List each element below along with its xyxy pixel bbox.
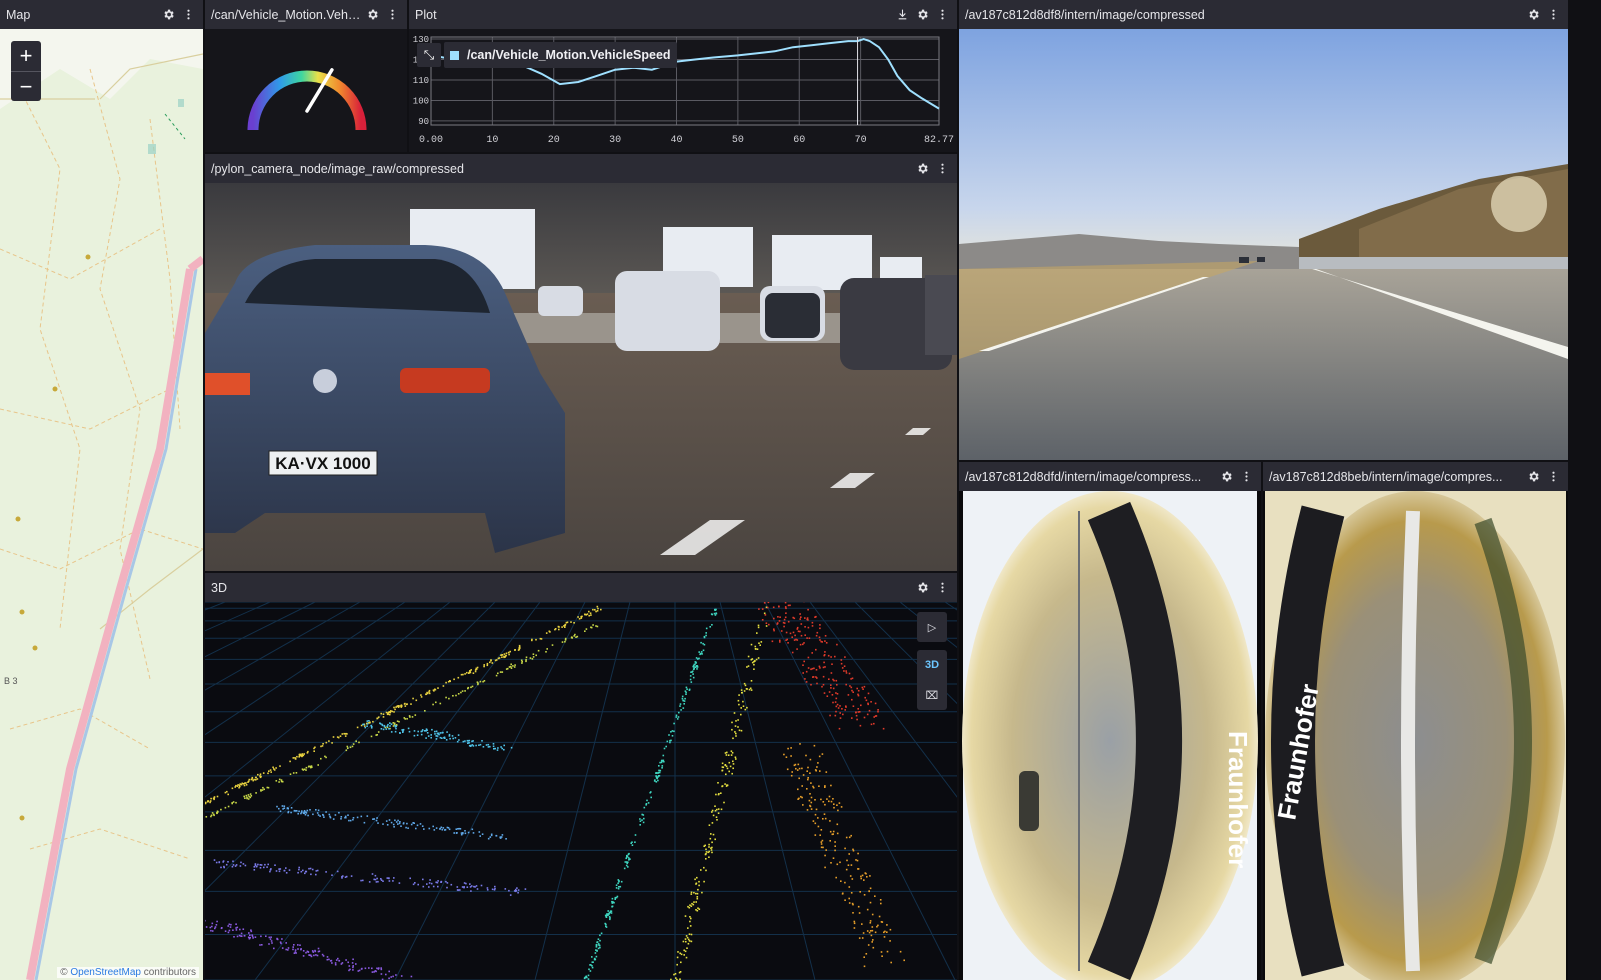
- x-tick-label: 50: [732, 135, 744, 146]
- map-panel: Map B 3 + − © OpenStreetMap contributors: [0, 0, 203, 980]
- zoom-out-button[interactable]: −: [11, 71, 41, 101]
- camera-dfd-title: /av187c812d8dfd/intern/image/compress...: [965, 469, 1202, 484]
- road-label-b3: B 3: [4, 676, 18, 686]
- camera-beb-title: /av187c812d8beb/intern/image/compres...: [1269, 469, 1503, 484]
- gear-icon[interactable]: [1524, 468, 1542, 486]
- plot-panel-title: Plot: [415, 7, 437, 22]
- ground-grid: [205, 602, 957, 980]
- camera-beb-header: /av187c812d8beb/intern/image/compres...: [1263, 462, 1568, 491]
- kebab-icon[interactable]: [1544, 468, 1562, 486]
- 3d-panel: 3D ▷ 3D ⌧: [205, 573, 957, 980]
- camera-raw-title: /pylon_camera_node/image_raw/compressed: [211, 161, 464, 176]
- map-panel-title: Map: [6, 7, 31, 22]
- kebab-icon[interactable]: [1237, 468, 1255, 486]
- camera-dfd-header: /av187c812d8dfd/intern/image/compress...: [959, 462, 1261, 491]
- legend-color-chip: [450, 50, 459, 60]
- map-panel-header: Map: [0, 0, 203, 29]
- 3d-toolbar: ▷ 3D ⌧: [917, 612, 947, 710]
- legend-series-label: /can/Vehicle_Motion.VehicleSpeed: [467, 48, 671, 62]
- camera-raw-image: KA·VX 1000: [205, 183, 957, 571]
- openstreetmap-link[interactable]: OpenStreetMap: [70, 967, 141, 978]
- plot-legend[interactable]: /can/Vehicle_Motion.VehicleSpeed: [444, 42, 677, 68]
- gauge-arc: [247, 70, 367, 131]
- kebab-icon[interactable]: [179, 6, 197, 24]
- x-tick-label: 40: [670, 135, 682, 146]
- gear-icon[interactable]: [1217, 468, 1235, 486]
- x-tick-label: 82.77: [924, 135, 954, 146]
- 3d-mode-group: 3D ⌧: [917, 650, 947, 710]
- camera-dfd-panel: /av187c812d8dfd/intern/image/compress...…: [959, 462, 1261, 980]
- download-icon[interactable]: [893, 6, 911, 24]
- gear-icon[interactable]: [913, 579, 931, 597]
- camera-df8-title: /av187c812d8df8/intern/image/compressed: [965, 7, 1205, 22]
- gear-icon[interactable]: [1524, 6, 1542, 24]
- y-tick-label: 110: [413, 76, 429, 86]
- ruler-icon[interactable]: ⌧: [917, 680, 947, 710]
- camera-df8-header: /av187c812d8df8/intern/image/compressed: [959, 0, 1568, 29]
- attribution-prefix: ©: [60, 967, 71, 978]
- x-tick-label: 0.00: [419, 135, 443, 146]
- gauge-panel-header: /can/Vehicle_Motion.Vehi...: [205, 0, 407, 29]
- y-tick-label: 100: [413, 96, 429, 106]
- attribution-suffix: contributors: [140, 967, 196, 978]
- camera-df8-panel: /av187c812d8df8/intern/image/compressed: [959, 0, 1568, 460]
- kebab-icon[interactable]: [383, 6, 401, 24]
- plot-panel-header: Plot: [409, 0, 957, 29]
- map-attribution: © OpenStreetMap contributors: [57, 967, 199, 978]
- camera-dfd-image: Fraunhofer: [959, 491, 1261, 980]
- map-zoom-control: + −: [11, 41, 41, 101]
- x-tick-label: 60: [793, 135, 805, 146]
- camera-raw-panel: /pylon_camera_node/image_raw/compressed: [205, 154, 957, 571]
- gear-icon[interactable]: [913, 160, 931, 178]
- x-tick-label: 70: [855, 135, 867, 146]
- license-plate-text: KA·VX 1000: [275, 454, 370, 473]
- gauge-view: [205, 29, 407, 152]
- x-tick-label: 30: [609, 135, 621, 146]
- kebab-icon[interactable]: [933, 160, 951, 178]
- 3d-panel-title: 3D: [211, 580, 227, 595]
- camera-beb-panel: /av187c812d8beb/intern/image/compres... …: [1263, 462, 1568, 980]
- zoom-in-button[interactable]: +: [11, 41, 41, 71]
- y-tick-label: 90: [418, 117, 429, 127]
- kebab-icon[interactable]: [933, 579, 951, 597]
- fraunhofer-logo-text: Fraunhofer: [1223, 731, 1253, 868]
- lidar-points: [205, 602, 905, 980]
- x-tick-label: 10: [486, 135, 498, 146]
- gauge-panel: /can/Vehicle_Motion.Vehi...: [205, 0, 407, 152]
- gear-icon[interactable]: [913, 6, 931, 24]
- x-tick-label: 20: [548, 135, 560, 146]
- camera-raw-header: /pylon_camera_node/image_raw/compressed: [205, 154, 957, 183]
- select-tool-button[interactable]: ▷: [917, 612, 947, 642]
- gauge-panel-title: /can/Vehicle_Motion.Vehi...: [211, 7, 361, 22]
- kebab-icon[interactable]: [933, 6, 951, 24]
- plot-panel: Plot 0.001020304050607082.77901001101201…: [409, 0, 957, 152]
- camera-beb-image: Fraunhofer: [1263, 491, 1568, 980]
- 3d-panel-header: 3D: [205, 573, 957, 602]
- toggle-3d-button[interactable]: 3D: [917, 650, 947, 680]
- camera-df8-image: [959, 29, 1568, 460]
- map-view[interactable]: B 3 + − © OpenStreetMap contributors: [0, 29, 203, 980]
- plot-view[interactable]: 0.001020304050607082.7790100110120130 ⤡ …: [409, 29, 957, 152]
- 3d-viewport[interactable]: ▷ 3D ⌧: [205, 602, 957, 980]
- kebab-icon[interactable]: [1544, 6, 1562, 24]
- collapse-legend-button[interactable]: ⤡: [417, 43, 441, 67]
- gear-icon[interactable]: [363, 6, 381, 24]
- gear-icon[interactable]: [159, 6, 177, 24]
